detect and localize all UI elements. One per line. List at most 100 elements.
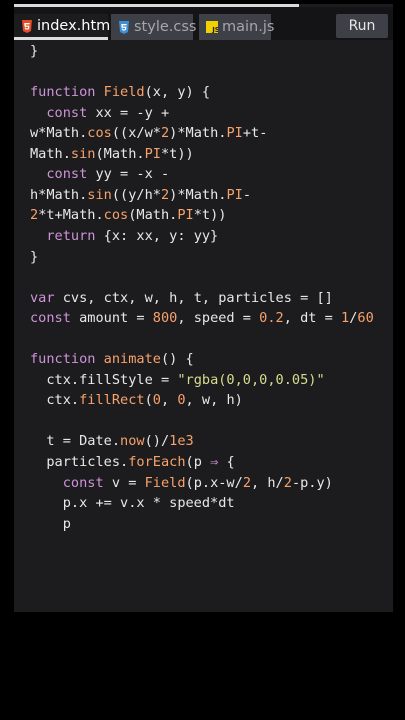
code-token: , w, h) xyxy=(185,392,243,409)
code-token: *t)) xyxy=(193,207,227,224)
code-token: const xyxy=(30,310,71,327)
code-token: PI xyxy=(226,125,243,142)
code-line: Math.sin(Math.PI*t)) xyxy=(30,144,194,164)
code-token: (x, y) { xyxy=(144,84,211,101)
html5-icon xyxy=(21,19,33,33)
code-token: const xyxy=(46,104,88,121)
code-line: function animate() { xyxy=(30,349,194,369)
code-token: v = xyxy=(103,474,145,491)
code-line: particles.forEach(p ⇒ { xyxy=(30,452,235,472)
code-area[interactable]: } function Field(x, y) { const xx = -y + w… xyxy=(30,39,390,599)
code-line: p.x += v.x * speed*dt xyxy=(30,493,235,513)
tab-label: style.css xyxy=(134,19,197,35)
code-token: 2 xyxy=(160,125,170,142)
file-tab-bar: index.html style.css JS main.js Run xyxy=(14,7,393,40)
code-line: h*Math.sin((y/h*2)*Math.PI- xyxy=(30,185,251,205)
code-token: 1e3 xyxy=(169,433,194,450)
code-token: sin xyxy=(87,186,112,203)
code-token: var xyxy=(30,289,55,306)
code-token: () { xyxy=(160,351,194,368)
code-line: return {x: xx, y: yy} xyxy=(30,226,218,246)
code-token: amount = xyxy=(70,310,153,327)
code-line: } xyxy=(30,247,38,267)
code-token: ctx. xyxy=(30,392,80,409)
code-token: function xyxy=(30,351,96,368)
code-line: const v = Field(p.x-w/2, h/2-p.y) xyxy=(30,473,333,493)
code-token: 2 xyxy=(242,474,251,491)
code-token: Math. xyxy=(30,145,71,162)
code-token: now xyxy=(120,433,145,450)
code-token: xx = -y + xyxy=(87,104,170,121)
run-button[interactable]: Run xyxy=(336,14,388,38)
svg-text:JS: JS xyxy=(211,26,218,33)
code-token: cvs, ctx, w, h, t, particles = [] xyxy=(54,289,333,306)
code-token: function xyxy=(30,84,96,101)
code-token: ctx.fillStyle = xyxy=(30,371,178,388)
code-token: particles. xyxy=(30,454,129,470)
code-line: w*Math.cos((x/w*2)*Math.PI+t- xyxy=(30,123,267,143)
code-token: const xyxy=(62,474,104,491)
code-token: (p xyxy=(185,454,211,470)
code-token: return xyxy=(46,227,96,244)
code-line: ctx.fillRect(0, 0, w, h) xyxy=(30,390,243,410)
js-icon: JS xyxy=(206,21,220,34)
code-line: const yy = -x - xyxy=(30,164,169,184)
code-line: p xyxy=(30,514,71,534)
tab-label: index.html xyxy=(37,17,115,34)
code-token: 0 xyxy=(152,392,161,409)
css3-icon xyxy=(118,21,130,34)
code-token: 1 xyxy=(341,310,350,327)
code-token: fillRect xyxy=(79,392,145,409)
code-token: (Math. xyxy=(128,207,178,224)
code-token: (Math. xyxy=(95,145,145,162)
tab-style-css[interactable]: style.css xyxy=(111,14,197,40)
code-token: *t)) xyxy=(160,145,194,162)
code-token: ((y/h* xyxy=(111,186,161,203)
code-token: PI xyxy=(177,207,194,224)
code-line: ctx.fillStyle = "rgba(0,0,0,0.05)" xyxy=(30,370,325,390)
code-token: ((x/w* xyxy=(111,125,161,142)
code-token: w*Math. xyxy=(30,125,88,142)
code-token: ( xyxy=(144,392,153,409)
code-token: PI xyxy=(144,145,161,162)
code-token: , h/ xyxy=(251,474,284,491)
tab-index-html[interactable]: index.html xyxy=(14,14,114,40)
code-token: Field xyxy=(144,474,186,491)
code-token: "rgba(0,0,0,0.05)" xyxy=(177,371,325,388)
code-token: yy = -x - xyxy=(87,166,170,183)
code-token: p xyxy=(30,515,71,532)
code-token: const xyxy=(46,166,88,183)
code-token: , dt = xyxy=(283,310,342,327)
tab-main-js[interactable]: JS main.js xyxy=(199,14,275,40)
code-token: )*Math. xyxy=(169,125,227,142)
code-token: )*Math. xyxy=(169,186,227,203)
code-token: t = Date. xyxy=(30,433,121,450)
code-line: const xx = -y + xyxy=(30,103,169,123)
code-token: p.x += v.x * speed*dt xyxy=(30,495,235,512)
code-token: ()/ xyxy=(144,433,170,450)
code-token: h*Math. xyxy=(30,186,88,203)
code-line: t = Date.now()/1e3 xyxy=(30,431,194,451)
tab-label: main.js xyxy=(222,19,275,35)
code-token: 0 xyxy=(177,392,186,409)
code-token: animate xyxy=(103,351,161,368)
code-token: 2 xyxy=(160,186,170,203)
code-token: sin xyxy=(70,145,96,162)
code-token: 800 xyxy=(152,310,178,327)
code-token: } xyxy=(30,43,39,59)
code-line: 2*t+Math.cos(Math.PI*t)) xyxy=(30,205,226,225)
code-token: +t- xyxy=(242,125,268,142)
code-line: const amount = 800, speed = 0.2, dt = 1/… xyxy=(30,308,374,328)
code-line: function Field(x, y) { xyxy=(30,82,210,102)
code-editor-panel: index.html style.css JS main.js Run} fu… xyxy=(14,4,393,612)
code-token: 0.2 xyxy=(259,310,284,327)
code-token: PI xyxy=(226,186,243,203)
code-token: cos xyxy=(87,125,112,142)
code-token: { xyxy=(218,454,235,470)
